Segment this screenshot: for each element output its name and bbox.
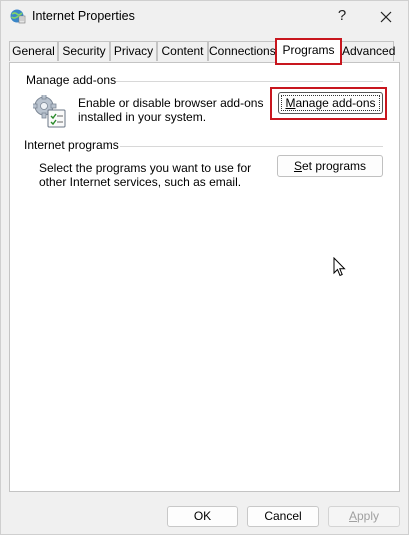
internet-properties-dialog: Internet Properties ? General Security P…: [0, 0, 409, 535]
close-icon: [380, 11, 392, 23]
title-bar[interactable]: Internet Properties ?: [1, 1, 408, 33]
programs-panel: Manage add-ons Enable or disable browser…: [9, 62, 400, 492]
manage-addons-header: Manage add-ons: [26, 73, 117, 87]
set-programs-mnemonic: S: [293, 159, 302, 173]
apply-mnemonic: A: [348, 509, 357, 523]
tab-privacy[interactable]: Privacy: [110, 41, 157, 61]
cancel-button[interactable]: Cancel: [247, 506, 319, 527]
manage-addons-description-1: Enable or disable browser add-ons: [78, 96, 264, 110]
apply-label: pply: [357, 509, 380, 523]
tab-security[interactable]: Security: [58, 41, 110, 61]
tab-programs[interactable]: Programs: [276, 39, 341, 63]
tab-advanced[interactable]: Advanced: [341, 41, 395, 61]
focus-rectangle: [281, 95, 380, 111]
apply-button[interactable]: Apply: [328, 506, 400, 527]
window-title: Internet Properties: [32, 9, 135, 23]
group-divider: [116, 81, 383, 82]
manage-addons-button[interactable]: Manage add-ons: [278, 92, 383, 114]
group-divider: [120, 146, 383, 147]
internet-programs-description-2: other Internet services, such as email.: [39, 175, 242, 189]
set-programs-label: et programs: [301, 159, 367, 173]
tab-connections[interactable]: Connections: [208, 41, 276, 61]
addons-gear-icon: [33, 95, 66, 128]
close-button[interactable]: [367, 1, 405, 33]
mouse-cursor-icon: [333, 257, 346, 277]
help-button[interactable]: ?: [327, 1, 357, 33]
manage-addons-description-2: installed in your system.: [78, 110, 207, 124]
internet-globe-icon: [10, 9, 26, 24]
tab-general[interactable]: General: [9, 41, 58, 61]
tab-content[interactable]: Content: [157, 41, 208, 61]
set-programs-button[interactable]: Set programs: [277, 155, 383, 177]
ok-button[interactable]: OK: [167, 506, 238, 527]
internet-programs-header: Internet programs: [24, 138, 119, 152]
internet-programs-description-1: Select the programs you want to use for: [39, 161, 252, 175]
